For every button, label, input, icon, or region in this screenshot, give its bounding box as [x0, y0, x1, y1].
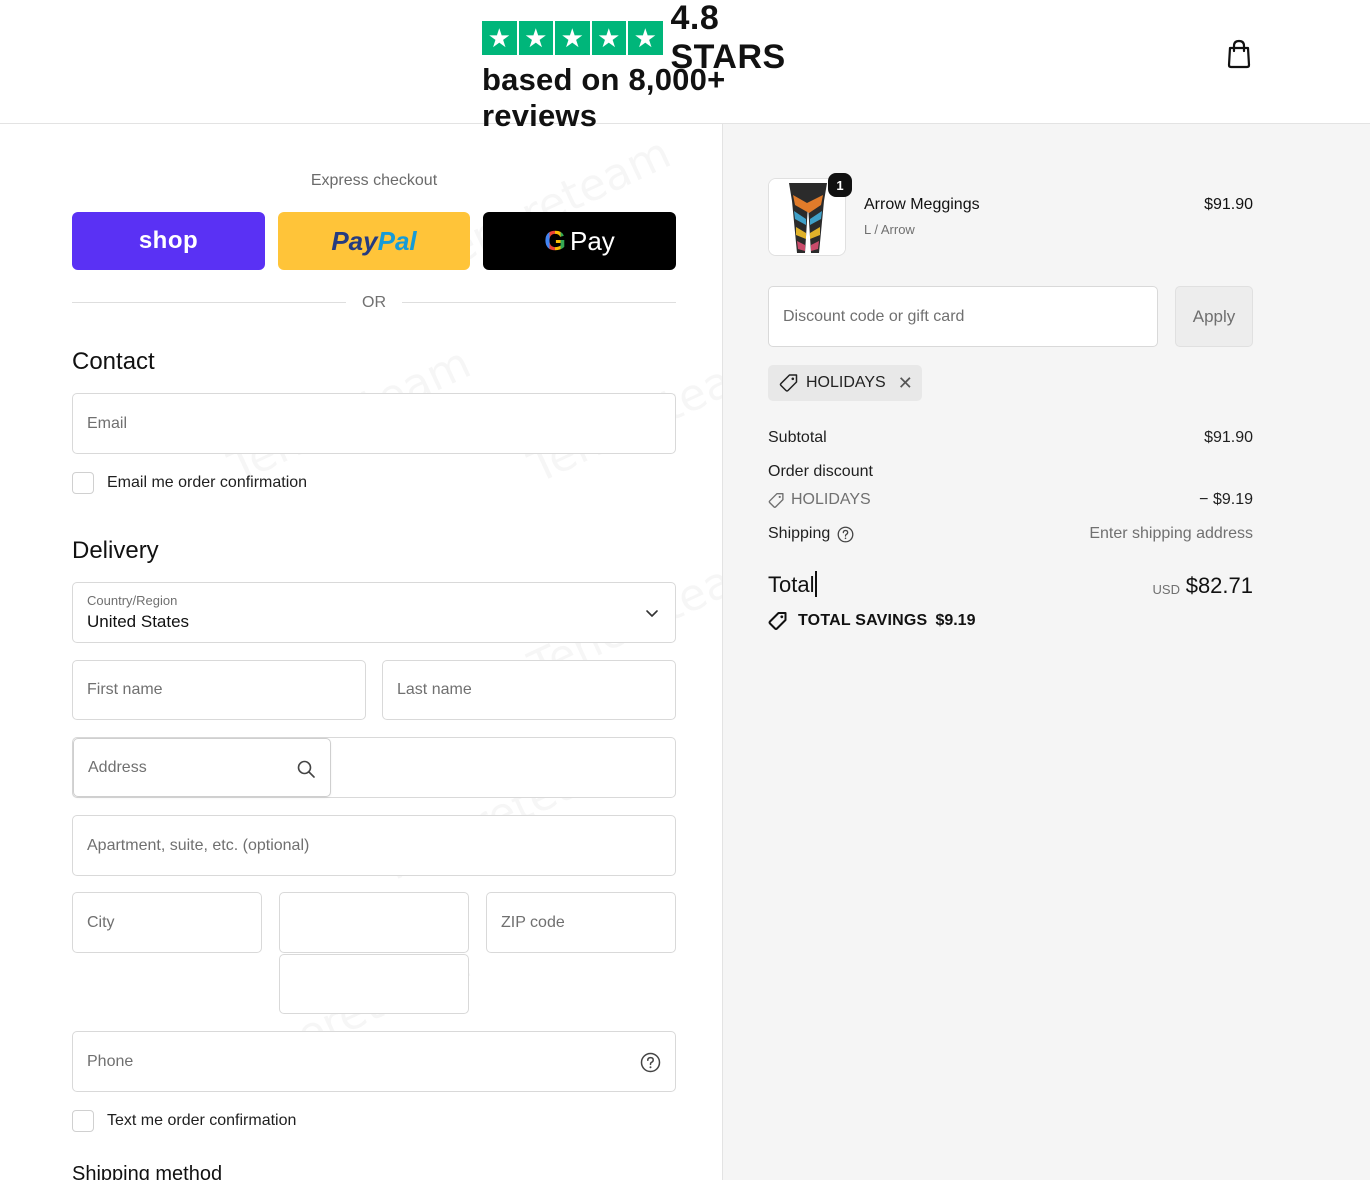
rating-stars: ★ ★ ★ ★ ★ — [482, 21, 663, 55]
google-g-icon: G — [544, 225, 566, 256]
shipping-value: Enter shipping address — [1089, 525, 1253, 542]
phone-field[interactable]: Phone — [72, 1031, 676, 1092]
discount-code-name: HOLIDAYS — [791, 491, 871, 508]
rating-banner: ★ ★ ★ ★ ★ 4.8 STARS based on 8,000+ revi… — [482, 0, 844, 134]
discount-code-field[interactable]: Discount code or gift card — [768, 286, 1158, 347]
order-summary-panel — [722, 124, 1370, 1180]
paypal-label-pal: Pal — [377, 225, 417, 256]
sms-optin-checkbox[interactable] — [72, 1110, 94, 1132]
applied-discount-chip: HOLIDAYS ✕ — [768, 365, 922, 401]
or-divider: OR — [72, 292, 676, 314]
state-select[interactable] — [279, 892, 469, 953]
contact-title: Contact — [72, 348, 155, 375]
email-optin-row[interactable]: Email me order confirmation — [72, 472, 307, 494]
paypal-button[interactable]: Pay Pal — [278, 212, 470, 270]
last-name-field[interactable]: Last name — [382, 660, 676, 720]
phone-placeholder: Phone — [87, 1052, 134, 1070]
shipping-row: Shipping — [768, 525, 854, 543]
zip-placeholder: ZIP code — [501, 913, 565, 931]
product-price: $91.90 — [1204, 196, 1253, 213]
discount-code-row: HOLIDAYS — [768, 491, 871, 509]
text-caret — [815, 571, 818, 598]
google-pay-label: Pay — [569, 225, 615, 256]
total-currency: USD — [1152, 582, 1180, 597]
last-name-placeholder: Last name — [397, 681, 472, 698]
site-header: ★ ★ ★ ★ ★ 4.8 STARS based on 8,000+ revi… — [0, 0, 1370, 133]
zip-field[interactable]: ZIP code — [486, 892, 676, 953]
total-savings-row: TOTAL SAVINGS $9.19 — [768, 611, 975, 631]
total-label: Total — [768, 572, 815, 597]
divider-line — [402, 302, 676, 303]
product-variant: L / Arrow — [864, 222, 915, 237]
address-field[interactable]: Address — [73, 738, 331, 797]
email-field[interactable]: Email — [72, 393, 676, 454]
shipping-method-title: Shipping method — [72, 1163, 223, 1180]
country-value: United States — [87, 612, 190, 631]
star-icon: ★ — [555, 21, 590, 55]
country-select[interactable]: Country/Region United States — [72, 582, 676, 643]
address-placeholder: Address — [88, 758, 147, 776]
city-field[interactable]: City — [72, 892, 262, 953]
discount-value: − $9.19 — [1199, 491, 1253, 508]
product-name: Arrow Meggings — [864, 196, 980, 213]
applied-code-label: HOLIDAYS — [806, 374, 886, 391]
express-checkout-title: Express checkout — [310, 172, 438, 189]
state-dropdown-list[interactable] — [279, 954, 469, 1014]
shop-pay-label: shop — [138, 227, 199, 254]
total-savings-label: TOTAL SAVINGS — [798, 612, 928, 629]
savings-tag-icon — [768, 612, 787, 630]
or-text: OR — [362, 294, 386, 311]
tag-icon — [768, 492, 784, 508]
star-icon: ★ — [482, 21, 517, 55]
apartment-placeholder: Apartment, suite, etc. (optional) — [87, 836, 310, 854]
email-optin-checkbox[interactable] — [72, 472, 94, 494]
total-savings-value: $9.19 — [935, 612, 976, 629]
star-icon: ★ — [518, 21, 553, 55]
apartment-field[interactable]: Apartment, suite, etc. (optional) — [72, 815, 676, 876]
shop-pay-button[interactable]: shop — [72, 212, 265, 270]
google-pay-button[interactable]: G Pay — [483, 212, 676, 270]
total-label-wrap: Total — [768, 571, 818, 599]
city-placeholder: City — [87, 913, 115, 931]
email-placeholder: Email — [87, 414, 128, 432]
first-name-field[interactable]: First name — [72, 660, 366, 720]
subtotal-label: Subtotal — [768, 429, 827, 446]
remove-discount-icon[interactable]: ✕ — [898, 373, 913, 394]
discount-placeholder: Discount code or gift card — [783, 307, 965, 325]
email-optin-label: Email me order confirmation — [107, 474, 308, 491]
shipping-label: Shipping — [768, 525, 831, 542]
subtotal-value: $91.90 — [1204, 429, 1253, 446]
help-circle-icon[interactable] — [640, 1052, 661, 1073]
chevron-down-icon — [646, 610, 658, 617]
star-icon: ★ — [628, 21, 663, 55]
sms-optin-label: Text me order confirmation — [107, 1112, 297, 1129]
paypal-label-pay: Pay — [331, 225, 378, 256]
quantity-badge: 1 — [828, 173, 852, 197]
total-value: $82.71 — [1185, 573, 1253, 598]
star-icon: ★ — [591, 21, 626, 55]
country-label: Country/Region — [87, 593, 178, 608]
delivery-title: Delivery — [72, 537, 159, 564]
apply-button[interactable]: Apply — [1175, 286, 1253, 347]
help-circle-icon[interactable] — [837, 526, 854, 543]
tag-icon — [779, 374, 798, 392]
shopping-bag-icon[interactable] — [1224, 38, 1254, 70]
order-discount-label: Order discount — [768, 463, 873, 480]
sms-optin-row[interactable]: Text me order confirmation — [72, 1110, 296, 1132]
first-name-placeholder: First name — [87, 681, 163, 698]
search-icon — [297, 760, 315, 778]
